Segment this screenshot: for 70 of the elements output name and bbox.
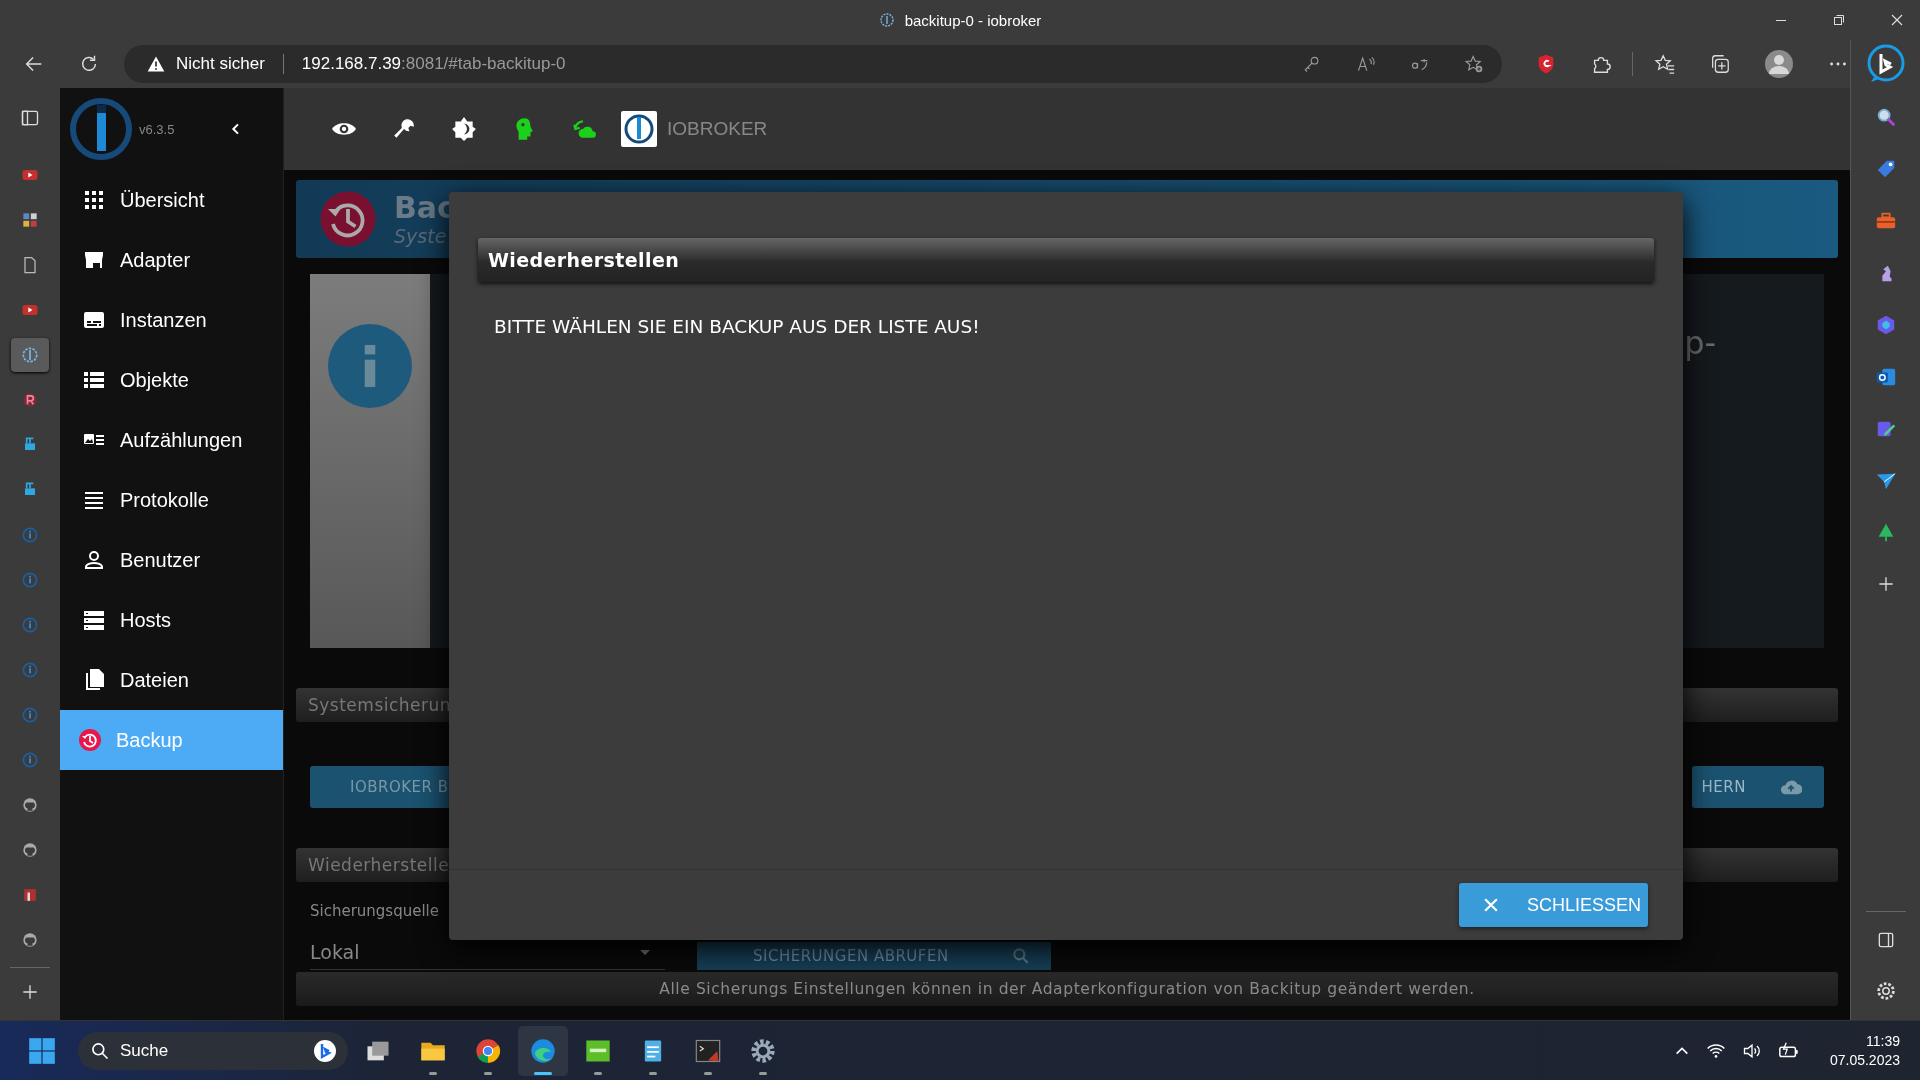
github-icon <box>20 930 40 950</box>
server-icon <box>82 608 106 632</box>
nav-item[interactable]: Dateien <box>60 650 283 710</box>
taskbar-app[interactable] <box>518 1025 568 1076</box>
favorites-icon[interactable] <box>1654 53 1676 75</box>
section-title: Wiederherstelle <box>308 855 450 875</box>
footer-text: Alle Sicherungs Einstellungen können in der Adapterkonfiguration von Backitup geändert werden. <box>659 980 1475 998</box>
card-text: p- <box>1684 324 1716 362</box>
nav-item[interactable]: Übersicht <box>60 170 283 230</box>
iobroker-logo-icon <box>621 111 657 147</box>
security-label: Nicht sicher <box>176 54 265 74</box>
iobroker-logo-icon <box>20 345 40 365</box>
address-bar[interactable]: Nicht sicher 192.168.7.39:8081/#tab-backitup-0 <box>124 45 1502 83</box>
read-aloud-icon[interactable] <box>1356 54 1376 74</box>
settings-icon[interactable] <box>1874 980 1897 1002</box>
page-title: Bac <box>394 191 455 225</box>
dialog-title: Wiederherstellen <box>478 238 1654 282</box>
page-subtitle: Syste <box>394 225 448 247</box>
backup-clock-icon <box>78 728 102 752</box>
windows-start-icon[interactable] <box>28 1036 56 1065</box>
field-label: Sicherungsquelle <box>310 902 439 920</box>
gear-icon <box>749 1036 777 1065</box>
nav-item[interactable]: Hosts <box>60 590 283 650</box>
brand-name: IOBROKER <box>667 118 768 140</box>
vertical-tab[interactable] <box>11 338 49 372</box>
search-icon <box>1011 946 1031 966</box>
plus-icon[interactable] <box>20 982 40 1002</box>
github-icon <box>20 840 40 860</box>
warning-icon <box>146 54 166 74</box>
nav-item[interactable]: Adapter <box>60 230 283 290</box>
edge-icon <box>529 1036 557 1065</box>
info-icon <box>20 570 40 590</box>
mosaic-icon <box>20 210 40 230</box>
brightness-icon[interactable] <box>451 116 477 142</box>
tab-panel-icon[interactable] <box>20 108 40 128</box>
nav-item[interactable]: Benutzer <box>60 530 283 590</box>
section-title: Systemsicherun <box>308 695 452 715</box>
version-label: v6.3.5 <box>139 121 175 137</box>
iobroker-logo-icon[interactable] <box>69 97 133 161</box>
clock-date[interactable]: 07.05.2023 <box>1829 1052 1900 1068</box>
backup-clock-icon <box>318 189 378 249</box>
avatar[interactable] <box>1764 49 1794 79</box>
grid-icon <box>82 188 106 212</box>
clock-time[interactable]: 11:39 <box>1866 1033 1900 1049</box>
dialog-message: BITTE WÄHLEN SIE EIN BACKUP AUS DER LISTE AUS! <box>494 316 980 337</box>
nav-item[interactable]: Aufzählungen <box>60 410 283 470</box>
nav-item[interactable]: Protokolle <box>60 470 283 530</box>
backup-button[interactable]: HERN <box>1691 766 1824 808</box>
close-icon[interactable] <box>1891 14 1903 26</box>
iobroker-logo-icon <box>878 12 895 28</box>
r-circle-icon <box>20 390 40 410</box>
search-field[interactable]: Suche <box>78 1031 348 1070</box>
url-text: 192.168.7.39:8081/#tab-backitup-0 <box>301 54 566 74</box>
info-icon <box>20 750 40 770</box>
info-icon <box>328 324 412 408</box>
nav-item[interactable]: Instanzen <box>60 290 283 350</box>
info-icon <box>20 705 40 725</box>
mail-icon[interactable] <box>1874 366 1897 388</box>
star-add-icon[interactable] <box>1464 54 1484 74</box>
info-icon <box>20 525 40 545</box>
info-icon <box>20 660 40 680</box>
collections-icon[interactable] <box>1709 53 1731 75</box>
search-icon <box>90 1040 110 1061</box>
github-icon <box>20 795 40 815</box>
restore-icon[interactable] <box>1833 14 1845 26</box>
info-icon <box>20 615 40 635</box>
nav-item[interactable]: Objekte <box>60 350 283 410</box>
person-icon <box>82 548 106 572</box>
chrome-icon <box>474 1036 502 1065</box>
window-title: backitup-0 - iobroker <box>904 11 1042 29</box>
